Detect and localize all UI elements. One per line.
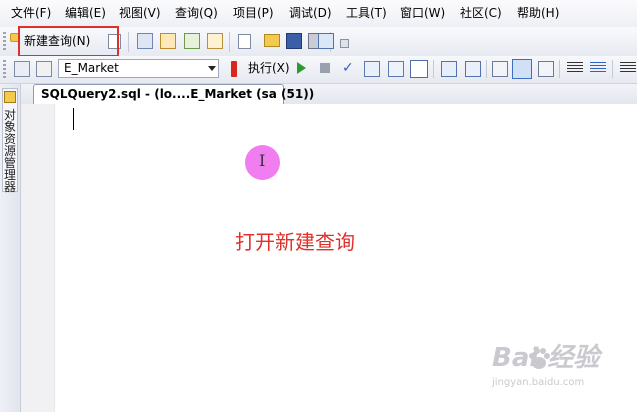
menu-query[interactable]: 查询(Q) (175, 6, 218, 21)
menu-debug[interactable]: 调试(D) (289, 6, 332, 21)
object-explorer-label: 对象资源管理器 (3, 108, 16, 194)
menu-community[interactable]: 社区(C) (460, 6, 502, 21)
menu-window[interactable]: 窗口(W) (400, 6, 445, 21)
toolbar-grip[interactable] (3, 60, 6, 78)
uncomment-icon[interactable] (590, 62, 606, 74)
watermark: Bai 经验 jingyan.baidu.com (492, 342, 620, 398)
database-selected-value: E_Market (64, 61, 119, 75)
tab-sqlquery2[interactable]: SQLQuery2.sql - (lo....E_Market (sa (51)… (33, 84, 314, 104)
results-to-grid-selected-icon[interactable] (512, 59, 532, 79)
menu-bar: 文件(F) 编辑(E) 视图(V) 查询(Q) 项目(P) 调试(D) 工具(T… (0, 0, 637, 28)
disconnect-icon[interactable] (36, 61, 52, 77)
menu-help[interactable]: 帮助(H) (517, 6, 559, 21)
available-databases-dropdown[interactable]: E_Market (58, 59, 219, 78)
toolbar-options-chevron-icon[interactable] (340, 39, 349, 48)
analysis-services-mdx-icon[interactable] (160, 33, 176, 49)
tab-label: SQLQuery2.sql - (lo....E_Market (sa (51)… (41, 87, 315, 101)
database-engine-query-icon[interactable] (137, 33, 153, 49)
new-file-icon[interactable] (238, 34, 251, 49)
client-statistics-icon[interactable] (465, 61, 481, 77)
ibeam-cursor-icon: I (259, 151, 266, 170)
chevron-down-icon[interactable] (208, 66, 216, 71)
display-estimated-plan-icon[interactable] (364, 61, 380, 77)
menu-tools[interactable]: 工具(T) (346, 6, 387, 21)
activity-monitor-icon[interactable] (318, 33, 334, 49)
include-plan-icon[interactable] (441, 61, 457, 77)
menu-view[interactable]: 视图(V) (119, 6, 161, 21)
dmx-query-icon[interactable] (184, 33, 200, 49)
results-to-text-icon[interactable] (492, 61, 508, 77)
exclamation-icon (231, 61, 237, 77)
toolbar-separator (486, 60, 487, 78)
toolbar-grip[interactable] (3, 32, 6, 50)
results-to-file-icon[interactable] (538, 61, 554, 77)
object-explorer-tab[interactable]: 对象资源管理器 (2, 88, 18, 194)
toolbar-separator (559, 60, 560, 78)
debug-play-icon[interactable] (297, 62, 306, 74)
query-designer-icon[interactable] (388, 61, 404, 77)
menu-edit[interactable]: 编辑(E) (65, 6, 106, 21)
toolbar-separator (433, 60, 434, 78)
object-explorer-icon (4, 91, 16, 103)
toolbar-separator (128, 32, 129, 52)
open-folder-icon[interactable] (264, 34, 280, 47)
watermark-sub: jingyan.baidu.com (492, 377, 585, 388)
decrease-indent-icon[interactable] (620, 62, 636, 74)
stop-icon[interactable] (320, 63, 330, 73)
editor-margin (21, 104, 55, 412)
execute-button[interactable]: 执行(X) (248, 61, 290, 76)
parse-check-icon[interactable]: ✓ (342, 61, 356, 75)
highlight-box (18, 26, 119, 57)
toolbar-separator (229, 32, 230, 52)
text-caret (73, 108, 74, 130)
xmla-query-icon[interactable] (207, 33, 223, 49)
comment-out-icon[interactable] (567, 62, 583, 74)
menu-project[interactable]: 项目(P) (233, 6, 274, 21)
annotation-text: 打开新建查询 (235, 230, 355, 254)
menu-file[interactable]: 文件(F) (11, 6, 51, 21)
results-to-grid-icon[interactable] (410, 60, 428, 78)
connect-icon[interactable] (14, 61, 30, 77)
toolbar-separator (612, 60, 613, 78)
watermark-main: Bai 经验 (492, 343, 600, 373)
save-icon[interactable] (286, 33, 302, 49)
